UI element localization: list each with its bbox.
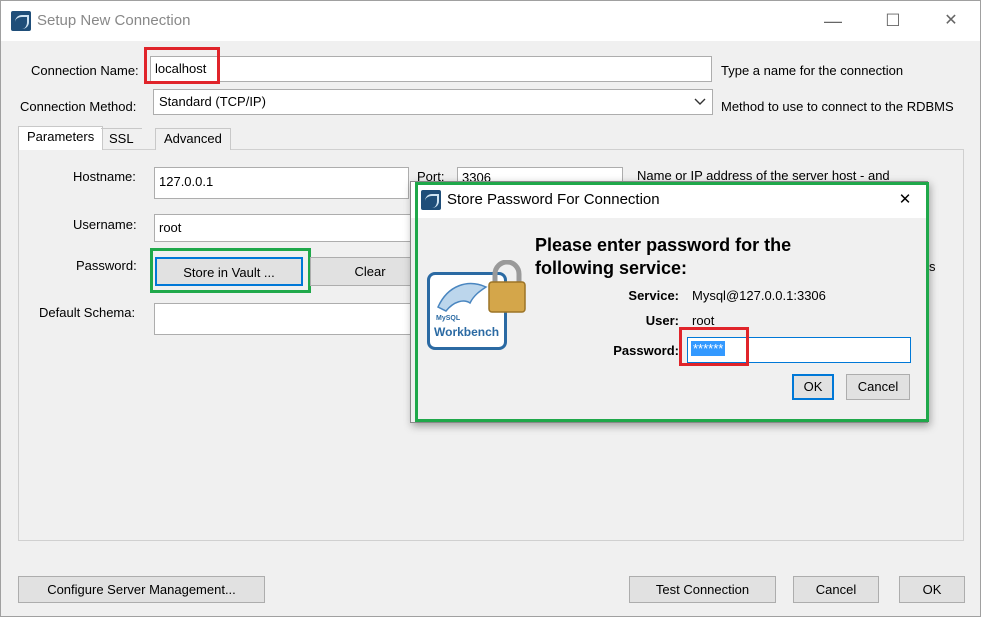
connection-method-select[interactable]: Standard (TCP/IP) [153,89,713,115]
connection-method-label: Connection Method: [20,99,137,114]
connection-name-label: Connection Name: [31,63,139,78]
maximize-button[interactable]: ☐ [873,7,913,35]
annotation-red-box-connection-name [144,47,220,84]
close-button[interactable]: ✕ [931,7,971,35]
default-schema-input[interactable] [154,303,416,335]
tab-advanced[interactable]: Advanced [155,128,231,150]
annotation-green-box-store-vault [150,248,311,293]
title-bar: Setup New Connection — ☐ ✕ [1,1,980,41]
hostname-label: Hostname: [73,169,136,184]
tab-parameters[interactable]: Parameters [18,126,104,150]
store-password-dialog: Store Password For Connection ✕ MySQL Wo… [410,181,929,423]
tab-ssl[interactable]: SSL [101,128,142,150]
username-label: Username: [73,217,137,232]
password-label: Password: [76,258,137,273]
default-schema-label: Default Schema: [39,305,136,320]
test-connection-button[interactable]: Test Connection [629,576,776,603]
connection-method-value: Standard (TCP/IP) [159,94,266,109]
chevron-down-icon [694,98,706,105]
hostname-input[interactable]: 127.0.0.1 [154,167,409,199]
window-title: Setup New Connection [37,12,191,29]
connection-name-input[interactable]: localhost [150,56,712,82]
connection-name-hint: Type a name for the connection [721,63,904,78]
cancel-button[interactable]: Cancel [793,576,879,603]
username-input[interactable]: root [154,214,414,242]
configure-server-management-button[interactable]: Configure Server Management... [18,576,265,603]
connection-method-hint: Method to use to connect to the RDBMS [721,99,954,114]
password-hint-fragment: s [929,259,936,274]
ok-button[interactable]: OK [899,576,965,603]
annotation-green-box-dialog [415,182,929,422]
mysql-workbench-app-icon [11,11,31,31]
minimize-button[interactable]: — [813,7,853,35]
